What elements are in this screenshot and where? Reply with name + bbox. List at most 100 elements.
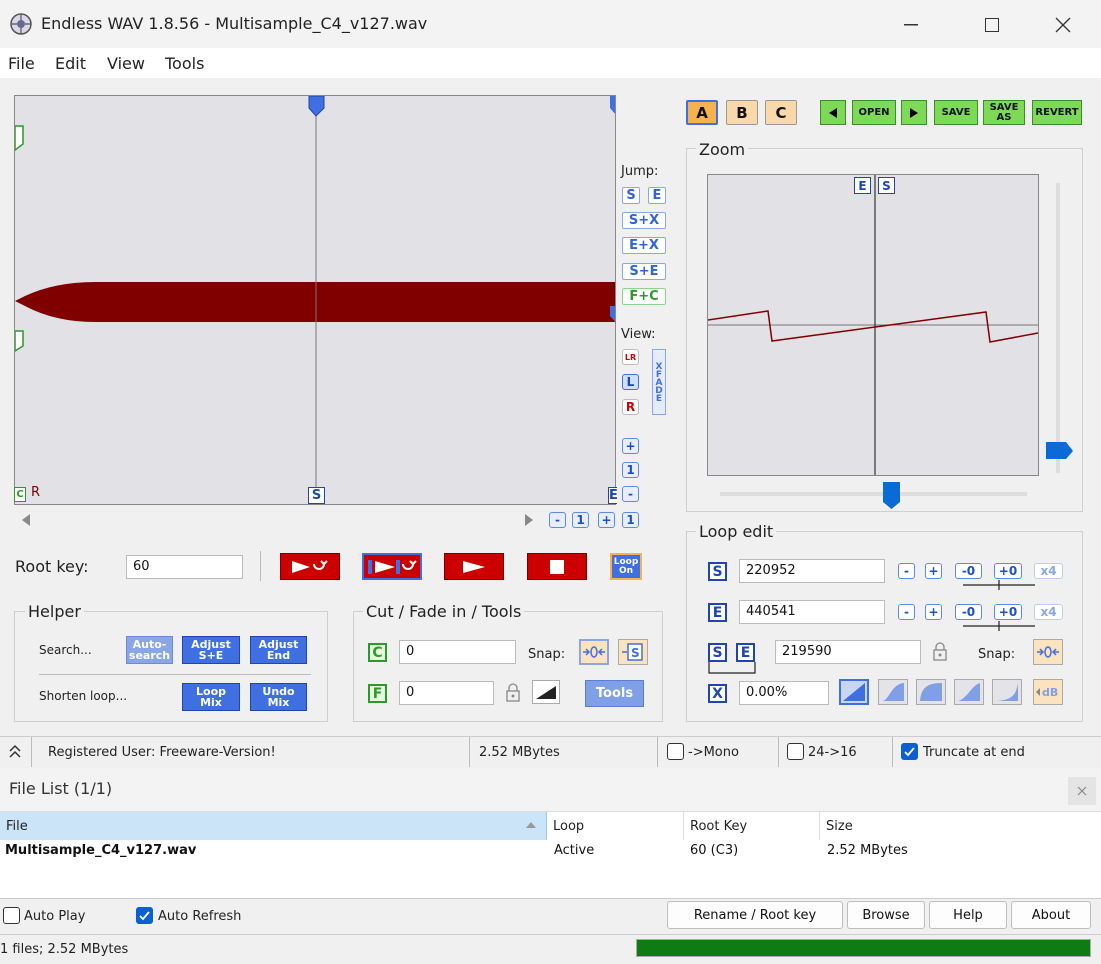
menu-tools[interactable]: Tools xyxy=(165,54,204,73)
revert-button[interactable]: REVERT xyxy=(1032,100,1082,125)
column-file[interactable]: File xyxy=(0,812,547,840)
jump-sx-button[interactable]: S+X xyxy=(622,212,666,229)
fade-field[interactable]: 0 xyxy=(399,681,494,705)
open-button[interactable]: OPEN xyxy=(852,100,896,125)
auto-refresh-checkbox[interactable] xyxy=(136,907,153,924)
auto-play-checkbox[interactable] xyxy=(3,907,20,924)
table-row[interactable]: Multisample_C4_v127.wav Active 60 (C3) 2… xyxy=(0,840,1101,862)
loop-start-zero-plus-button[interactable]: +0 xyxy=(994,563,1022,579)
zoom-view[interactable]: E S xyxy=(707,174,1039,476)
scroll-left-icon[interactable] xyxy=(20,513,32,527)
xfade-curve2-button[interactable] xyxy=(878,679,908,705)
column-loop[interactable]: Loop xyxy=(547,812,684,840)
menu-file[interactable]: File xyxy=(8,54,35,73)
zoom-horizontal-thumb[interactable] xyxy=(883,482,901,510)
waveform-view[interactable]: C R S E xyxy=(14,95,617,505)
about-button[interactable]: About xyxy=(1011,901,1091,929)
xfade-db-button[interactable]: dB xyxy=(1033,679,1063,705)
stop-button[interactable] xyxy=(527,553,587,580)
xfade-button[interactable]: XFADE xyxy=(652,349,666,415)
loop-length-field[interactable]: 219590 xyxy=(775,640,921,664)
play-loop-button[interactable] xyxy=(280,553,340,580)
adjust-end-button[interactable]: Adjust End xyxy=(250,636,307,664)
next-file-button[interactable] xyxy=(901,100,927,125)
column-root-key[interactable]: Root Key xyxy=(684,812,820,840)
loop-end-zero-plus-button[interactable]: +0 xyxy=(994,604,1022,620)
collapse-icon[interactable] xyxy=(8,744,22,760)
jump-s-button[interactable]: S xyxy=(622,187,640,204)
close-button[interactable] xyxy=(1043,8,1083,42)
column-size[interactable]: Size xyxy=(820,812,1101,840)
maximize-button[interactable] xyxy=(972,8,1012,42)
minimize-button[interactable] xyxy=(891,8,931,42)
prev-file-button[interactable] xyxy=(820,100,846,125)
loop-start-field[interactable]: 220952 xyxy=(739,559,885,583)
loop-length-lock-icon[interactable] xyxy=(931,642,949,662)
tools-button[interactable]: Tools xyxy=(585,680,644,707)
cut-field[interactable]: 0 xyxy=(399,640,516,664)
loop-end-x4-button[interactable]: x4 xyxy=(1034,604,1063,620)
file-list-close-button[interactable] xyxy=(1068,777,1096,805)
cut-marker[interactable]: C xyxy=(14,487,26,502)
loop-end-plus-button[interactable]: + xyxy=(925,604,942,620)
view-zoom-out-button[interactable]: - xyxy=(622,486,639,502)
menu-view[interactable]: View xyxy=(107,54,145,73)
fade-curve-button[interactable] xyxy=(532,680,560,704)
view-l-button[interactable]: L xyxy=(622,374,639,390)
scroll-right-icon[interactable] xyxy=(523,513,535,527)
browse-button[interactable]: Browse xyxy=(847,901,925,929)
undo-mix-button[interactable]: Undo Mix xyxy=(250,683,307,711)
save-button[interactable]: SAVE xyxy=(934,100,978,125)
truncate-checkbox[interactable] xyxy=(901,743,918,760)
crossfade-field[interactable]: 0.00% xyxy=(739,681,829,705)
rename-root-key-button[interactable]: Rename / Root key xyxy=(667,901,843,929)
play-button[interactable] xyxy=(444,553,504,580)
loop-mix-button[interactable]: Loop Mix xyxy=(182,683,240,711)
play-loop-start-button[interactable] xyxy=(362,553,422,580)
jump-se-button[interactable]: S+E xyxy=(622,263,666,280)
zoom-vertical-thumb[interactable] xyxy=(1046,442,1074,460)
snap-zero-button[interactable] xyxy=(579,639,609,665)
loop-start-x4-button[interactable]: x4 xyxy=(1034,563,1063,579)
view-r-button[interactable]: R xyxy=(622,399,639,415)
slot-b-button[interactable]: B xyxy=(726,100,758,125)
loop-end-zero-minus-button[interactable]: -0 xyxy=(955,604,982,620)
jump-fc-button[interactable]: F+C xyxy=(622,288,666,305)
wave-end-marker[interactable]: E xyxy=(608,487,617,504)
xfade-linear-button[interactable] xyxy=(839,679,869,705)
fade-lock-icon[interactable] xyxy=(504,683,522,703)
xfade-curve5-button[interactable] xyxy=(992,679,1022,705)
jump-ex-button[interactable]: E+X xyxy=(622,237,666,254)
loop-end-field[interactable]: 440541 xyxy=(739,600,885,624)
wave-zoom-out-button[interactable]: - xyxy=(549,512,566,528)
loop-start-zero-minus-button[interactable]: -0 xyxy=(955,563,982,579)
slot-a-button[interactable]: A xyxy=(686,100,718,125)
adjust-se-button[interactable]: Adjust S+E xyxy=(182,636,240,664)
snap-start-button[interactable]: S xyxy=(618,639,648,665)
view-zoom-one-button[interactable]: 1 xyxy=(622,462,639,478)
view-zoom-in-button[interactable]: + xyxy=(622,438,639,454)
loop-start-minus-button[interactable]: - xyxy=(898,563,915,579)
zoom-vertical-slider[interactable] xyxy=(1056,183,1060,473)
view-lr-button[interactable]: LR xyxy=(622,349,639,365)
mono-checkbox[interactable] xyxy=(667,743,684,760)
jump-e-button[interactable]: E xyxy=(648,187,666,204)
wave-zoom-reset-button[interactable]: 1 xyxy=(572,512,589,528)
loop-end-minus-button[interactable]: - xyxy=(898,604,915,620)
help-button[interactable]: Help xyxy=(929,901,1007,929)
auto-search-button[interactable]: Auto- search xyxy=(126,636,173,664)
loop-start-plus-button[interactable]: + xyxy=(925,563,942,579)
wave-zoom-in-button[interactable]: + xyxy=(598,512,615,528)
save-as-button[interactable]: SAVE AS xyxy=(983,100,1025,125)
menu-edit[interactable]: Edit xyxy=(55,54,86,73)
root-key-field[interactable]: 60 xyxy=(126,555,243,579)
xfade-curve4-button[interactable] xyxy=(954,679,984,705)
xfade-curve3-button[interactable] xyxy=(916,679,946,705)
wave-zoom-one-button[interactable]: 1 xyxy=(622,512,639,528)
loop-snap-zero-button[interactable] xyxy=(1033,639,1063,665)
wave-start-marker[interactable]: S xyxy=(308,487,325,504)
slot-c-button[interactable]: C xyxy=(765,100,797,125)
loop-on-button[interactable]: Loop On xyxy=(610,553,642,580)
zoom-horizontal-slider[interactable] xyxy=(720,492,1027,496)
bit-depth-checkbox[interactable] xyxy=(787,743,804,760)
